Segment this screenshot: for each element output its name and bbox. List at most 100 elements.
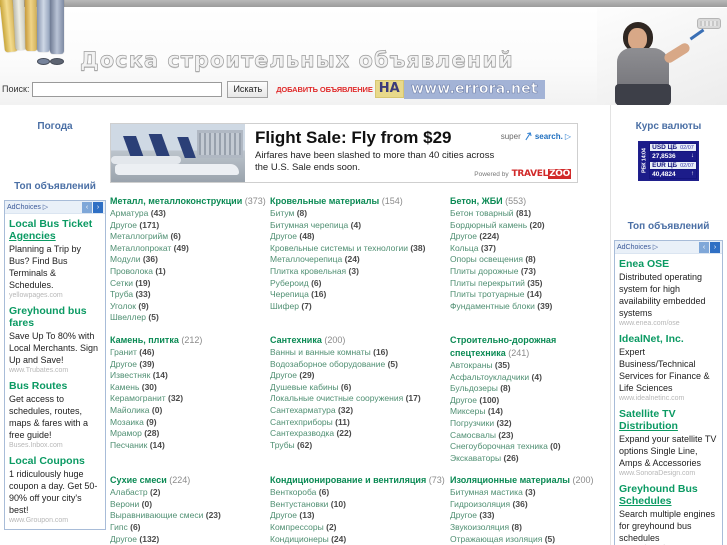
category-subitem[interactable]: Водозаборное оборудование (5) xyxy=(270,359,446,371)
search-input[interactable] xyxy=(32,81,223,97)
category-title[interactable]: Строительно-дорожная спецтехника (241) xyxy=(450,334,606,360)
category-subitem[interactable]: Другое (224) xyxy=(450,231,606,243)
category-subitem[interactable]: Асфальтоукладчики (4) xyxy=(450,372,606,384)
category-subitem[interactable]: Сантехарматура (32) xyxy=(270,405,446,417)
category-subitem[interactable]: Бульдозеры (8) xyxy=(450,383,606,395)
category-subitem[interactable]: Другое (48) xyxy=(270,231,446,243)
category-title[interactable]: Сухие смеси (224) xyxy=(110,474,266,487)
category-subitem[interactable]: Битумная мастика (3) xyxy=(450,487,606,499)
category-subitem[interactable]: Проволока (1) xyxy=(110,266,266,278)
category-subitem[interactable]: Другое (33) xyxy=(450,510,606,522)
category-subitem[interactable]: Гранит (46) xyxy=(110,347,266,359)
category-subitem[interactable]: Звукоизоляция (8) xyxy=(450,522,606,534)
category-subitem[interactable]: Погрузчики (32) xyxy=(450,418,606,430)
add-ad-link[interactable]: ДОБАВИТЬ ОБЪЯВЛЕНИЕ xyxy=(276,85,373,94)
category-subitem[interactable]: Бордюрный камень (20) xyxy=(450,220,606,232)
category-subitem[interactable]: Кольца (37) xyxy=(450,243,606,255)
category-subitem[interactable]: Вентустановки (10) xyxy=(270,499,446,511)
category-subitem[interactable]: Отражающая изоляция (5) xyxy=(450,534,606,545)
category-subitem[interactable]: Камень (30) xyxy=(110,382,266,394)
category-subitem[interactable]: Выравнивающие смеси (23) xyxy=(110,510,266,522)
category-subitem[interactable]: Битум (8) xyxy=(270,208,446,220)
ad-title[interactable]: Enea OSE xyxy=(619,258,718,270)
category-subitem[interactable]: Гидроизоляция (36) xyxy=(450,499,606,511)
category-subitem[interactable]: Сантехприборы (11) xyxy=(270,417,446,429)
adchoices-label-right[interactable]: AdChoices ▷ xyxy=(617,243,658,251)
ad-item[interactable]: Local Bus Ticket Agencies Planning a Tri… xyxy=(5,214,105,301)
currency-heading[interactable]: Курс валюты xyxy=(610,105,727,132)
category-subitem[interactable]: Рубероид (6) xyxy=(270,278,446,290)
ad-title[interactable]: Greyhound bus fares xyxy=(9,305,101,329)
category-subitem[interactable]: Шифер (7) xyxy=(270,301,446,313)
category-title[interactable]: Кондиционирование и вентиляция (73) xyxy=(270,474,446,487)
category-subitem[interactable]: Модули (36) xyxy=(110,254,266,266)
adchoices-label-left[interactable]: AdChoices ▷ xyxy=(7,203,48,211)
category-subitem[interactable]: Опоры освещения (8) xyxy=(450,254,606,266)
ad-title[interactable]: Bus Routes xyxy=(9,380,101,392)
category-subitem[interactable]: Фундаментные блоки (39) xyxy=(450,301,606,313)
category-title[interactable]: Металл, металлоконструкции (373) xyxy=(110,195,266,208)
category-subitem[interactable]: Плиты дорожные (73) xyxy=(450,266,606,278)
category-subitem[interactable]: Миксеры (14) xyxy=(450,406,606,418)
flight-sale-banner-ad[interactable]: Flight Sale: Fly from $29 Airfares have … xyxy=(110,123,578,183)
ad-prev-button[interactable]: ‹ xyxy=(699,241,709,253)
category-subitem[interactable]: Битумная черепица (4) xyxy=(270,220,446,232)
category-subitem[interactable]: Сантехразводка (22) xyxy=(270,428,446,440)
category-title[interactable]: Бетон, ЖБИ (553) xyxy=(450,195,606,208)
left-top-ads-heading[interactable]: Топ объявлений xyxy=(0,132,110,192)
ad-item[interactable]: Satellite TV Distribution Expand your sa… xyxy=(615,404,722,479)
category-subitem[interactable]: Плиты тротуарные (14) xyxy=(450,289,606,301)
category-subitem[interactable]: Бетон товарный (81) xyxy=(450,208,606,220)
ad-title[interactable]: Greyhound Bus Schedules xyxy=(619,483,718,507)
category-title[interactable]: Камень, плитка (212) xyxy=(110,334,266,347)
adchoices-triangle-icon[interactable]: ▷ xyxy=(565,132,571,141)
category-subitem[interactable]: Локальные очистные сооружения (17) xyxy=(270,393,446,405)
category-subitem[interactable]: Майолика (0) xyxy=(110,405,266,417)
category-subitem[interactable]: Другое (39) xyxy=(110,359,266,371)
category-subitem[interactable]: Гипс (6) xyxy=(110,522,266,534)
category-subitem[interactable]: Трубы (62) xyxy=(270,440,446,452)
category-subitem[interactable]: Венткороба (6) xyxy=(270,487,446,499)
category-subitem[interactable]: Другое (13) xyxy=(270,510,446,522)
search-button[interactable]: Искать xyxy=(227,80,269,98)
ad-title[interactable]: IdealNet, Inc. xyxy=(619,333,718,345)
category-subitem[interactable]: Душевые кабины (6) xyxy=(270,382,446,394)
category-subitem[interactable]: Автокраны (35) xyxy=(450,360,606,372)
category-subitem[interactable]: Верони (0) xyxy=(110,499,266,511)
category-subitem[interactable]: Алабастр (2) xyxy=(110,487,266,499)
category-subitem[interactable]: Керамогранит (32) xyxy=(110,393,266,405)
ad-item[interactable]: Greyhound bus fares Save Up To 80% with … xyxy=(5,301,105,376)
category-subitem[interactable]: Другое (29) xyxy=(270,370,446,382)
category-subitem[interactable]: Известняк (14) xyxy=(110,370,266,382)
category-subitem[interactable]: Самосвалы (23) xyxy=(450,430,606,442)
ad-next-button[interactable]: › xyxy=(93,201,103,213)
category-title[interactable]: Изоляционные материалы (200) xyxy=(450,474,606,487)
site-url-banner[interactable]: www.errora.net xyxy=(403,79,545,99)
category-subitem[interactable]: Черепица (16) xyxy=(270,289,446,301)
category-title[interactable]: Кровельные материалы (154) xyxy=(270,195,446,208)
category-subitem[interactable]: Мрамор (28) xyxy=(110,428,266,440)
category-subitem[interactable]: Другое (132) xyxy=(110,534,266,545)
category-subitem[interactable]: Кровельные системы и технологии (38) xyxy=(270,243,446,255)
category-title[interactable]: Сантехника (200) xyxy=(270,334,446,347)
ad-title[interactable]: Local Bus Ticket Agencies xyxy=(9,218,101,242)
category-subitem[interactable]: Ванны и ванные комнаты (16) xyxy=(270,347,446,359)
category-subitem[interactable]: Металлогрийм (6) xyxy=(110,231,266,243)
category-subitem[interactable]: Сетки (19) xyxy=(110,278,266,290)
category-subitem[interactable]: Арматура (43) xyxy=(110,208,266,220)
category-subitem[interactable]: Плиты перекрытий (35) xyxy=(450,278,606,290)
category-subitem[interactable]: Плитка кровельная (3) xyxy=(270,266,446,278)
category-subitem[interactable]: Мозаика (9) xyxy=(110,417,266,429)
ad-item[interactable]: Greyhound Bus Schedules Search multiple … xyxy=(615,479,722,545)
ad-item[interactable]: Bus Routes Get access to schedules, rout… xyxy=(5,376,105,451)
ad-title[interactable]: Satellite TV Distribution xyxy=(619,408,718,432)
currency-widget[interactable]: РБК 14:04 USD ЦБ 02/07 27,8536 ↓ EUR ЦБ xyxy=(638,141,699,181)
category-subitem[interactable]: Металлопрокат (49) xyxy=(110,243,266,255)
category-subitem[interactable]: Труба (33) xyxy=(110,289,266,301)
category-subitem[interactable]: Компрессоры (2) xyxy=(270,522,446,534)
category-subitem[interactable]: Кондиционеры (24) xyxy=(270,534,446,545)
category-subitem[interactable]: Металлочерепица (24) xyxy=(270,254,446,266)
category-subitem[interactable]: Другое (100) xyxy=(450,395,606,407)
category-subitem[interactable]: Швеллер (5) xyxy=(110,312,266,324)
ad-next-button[interactable]: › xyxy=(710,241,720,253)
